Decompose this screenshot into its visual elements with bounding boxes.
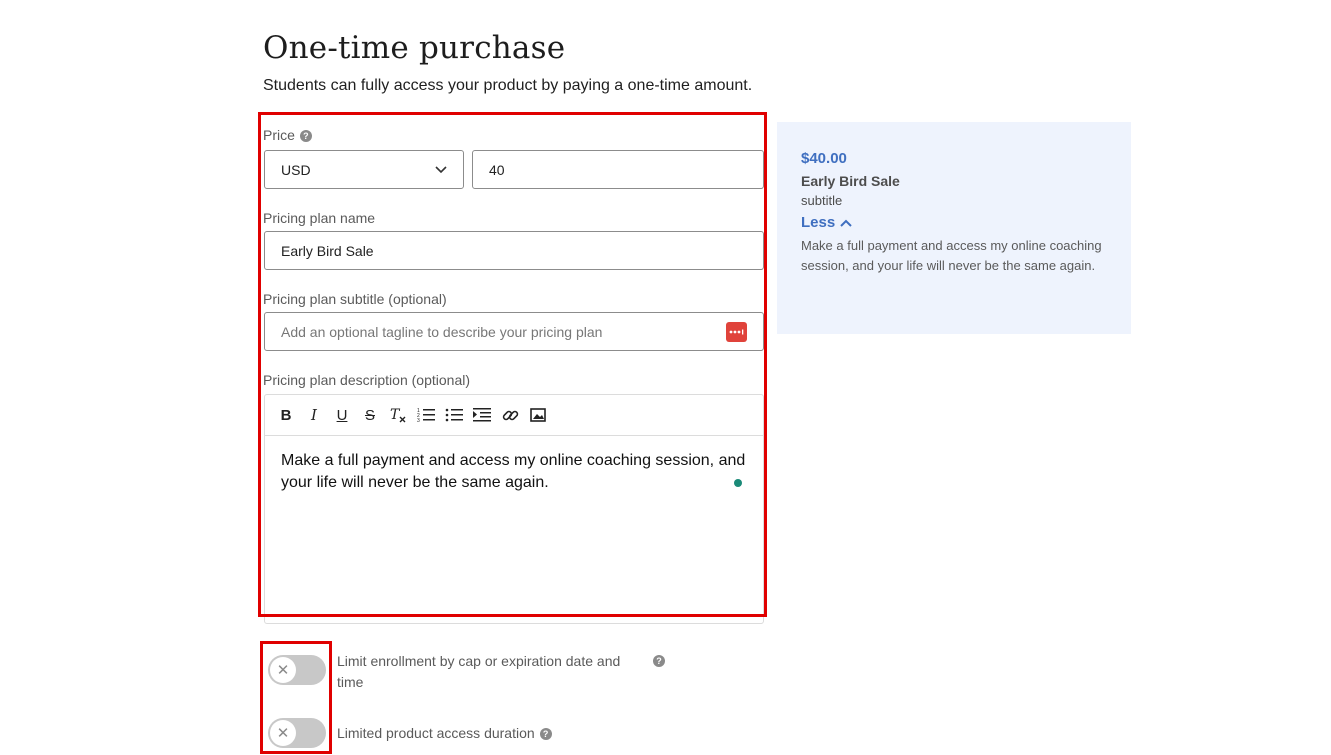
limit-enrollment-toggle[interactable]: ✕ bbox=[268, 655, 326, 685]
chevron-up-icon bbox=[840, 219, 852, 227]
limited-access-label-text: Limited product access duration bbox=[337, 725, 535, 741]
limited-access-toggle[interactable]: ✕ bbox=[268, 718, 326, 748]
close-icon: ✕ bbox=[270, 720, 296, 746]
preview-price: $40.00 bbox=[801, 150, 847, 167]
page-title: One-time purchase bbox=[263, 30, 566, 66]
highlight-frame-form bbox=[258, 112, 767, 617]
preview-subtitle: subtitle bbox=[801, 193, 843, 208]
less-toggle-link[interactable]: Less bbox=[801, 214, 852, 231]
limited-access-label: Limited product access duration? bbox=[337, 725, 552, 741]
limit-enrollment-label-line2: time bbox=[337, 674, 364, 690]
help-icon[interactable]: ? bbox=[653, 655, 665, 667]
preview-description: Make a full payment and access my online… bbox=[801, 238, 1102, 273]
help-icon[interactable]: ? bbox=[539, 728, 552, 741]
close-icon: ✕ bbox=[270, 657, 296, 683]
page-description: Students can fully access your product b… bbox=[263, 77, 753, 94]
preview-plan-name: Early Bird Sale bbox=[801, 173, 900, 189]
less-label: Less bbox=[801, 214, 836, 231]
limit-enrollment-label-line1: Limit enrollment by cap or expiration da… bbox=[337, 653, 621, 669]
limit-enrollment-label: Limit enrollment by cap or expiration da… bbox=[337, 651, 620, 693]
